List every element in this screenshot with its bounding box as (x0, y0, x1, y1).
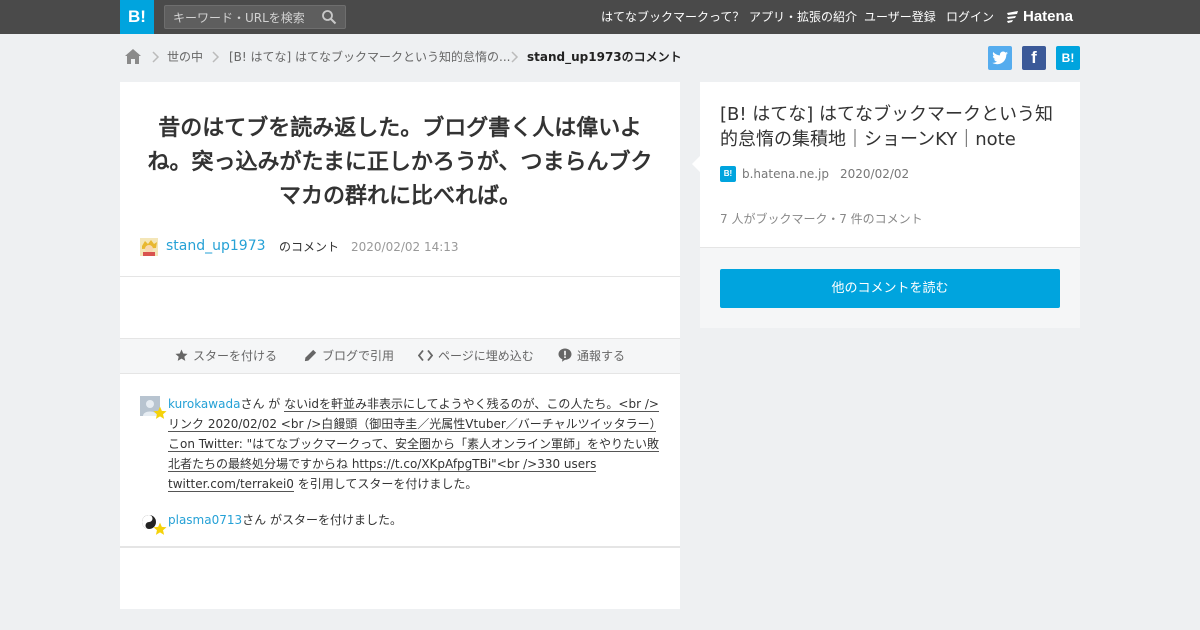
star-icon (175, 349, 188, 361)
breadcrumb-entry[interactable]: [B! はてな] はてなブックマークという知的怠惰の... (229, 46, 510, 68)
read-other-comments-button[interactable]: 他のコメントを読む (720, 269, 1060, 308)
hatena-brand[interactable]: Hatena (1006, 8, 1073, 26)
star-message: plasma0713さん がスターを付けました。 (168, 510, 660, 530)
breadcrumb-current: stand_up1973のコメント (527, 50, 682, 64)
comment-username-link[interactable]: stand_up1973 (166, 236, 266, 256)
divider (120, 546, 680, 548)
pointer-arrow (692, 156, 700, 172)
star-text: さん がスターを付けました。 (242, 513, 402, 527)
report-icon (558, 348, 572, 362)
star-icon (153, 406, 167, 419)
site-domain[interactable]: b.hatena.ne.jp (742, 166, 829, 182)
chevron-right-icon (152, 51, 160, 63)
star-icon (153, 522, 167, 535)
star-username-link[interactable]: kurokawada (168, 397, 240, 411)
comment-actions-bar: スターを付ける ブログで引用 ページに埋め込む 通報する (120, 338, 680, 374)
star-entry: plasma0713さん がスターを付けました。 (140, 510, 660, 535)
twitter-share-button[interactable] (988, 46, 1012, 70)
site-favicon-icon: B! (720, 166, 736, 182)
nav-register[interactable]: ユーザー登録 (864, 0, 936, 34)
nav-apps[interactable]: アプリ・拡張の紹介 (749, 0, 857, 34)
hatena-brand-label: Hatena (1023, 8, 1074, 25)
star-message: kurokawadaさん が ないidを軒並み非表示にしてようやく残るのが、この… (168, 394, 660, 494)
embed-button[interactable]: ページに埋め込む (417, 339, 534, 373)
add-star-label: スターを付ける (193, 349, 278, 363)
chevron-right-icon (511, 51, 519, 63)
report-label: 通報する (577, 349, 626, 363)
report-button[interactable]: 通報する (558, 339, 625, 373)
entry-date: 2020/02/02 (840, 167, 910, 181)
hatena-mark-icon (1007, 11, 1018, 23)
nav-about[interactable]: はてなブックマークって？ (601, 0, 744, 34)
star-text: さん が (240, 397, 285, 411)
nav-login[interactable]: ログイン (946, 0, 994, 34)
comment-timestamp[interactable]: 2020/02/02 14:13 (351, 237, 459, 257)
home-icon[interactable] (124, 48, 142, 65)
blog-quote-button[interactable]: ブログで引用 (304, 339, 394, 373)
blog-quote-label: ブログで引用 (322, 349, 395, 363)
chevron-right-icon (212, 51, 220, 63)
breadcrumb-category[interactable]: 世の中 (167, 46, 203, 68)
user-avatar[interactable] (140, 238, 158, 256)
comment-meta: stand_up1973 のコメント 2020/02/02 14:13 (140, 236, 660, 256)
facebook-share-button[interactable]: f (1022, 46, 1046, 70)
star-username-link[interactable]: plasma0713 (168, 513, 242, 527)
code-icon (417, 349, 434, 362)
comment-suffix: のコメント (279, 240, 340, 254)
hatena-share-button[interactable]: B! (1056, 46, 1080, 70)
bookmark-counts: 7 人がブックマーク・7 件のコメント (720, 212, 923, 226)
search-input[interactable] (173, 9, 318, 26)
twitter-icon (992, 51, 1008, 65)
comment-text: 昔のはてブを読み返した。ブログ書く人は偉いよね。突っ込みがたまに正しかろうが、つ… (147, 116, 653, 209)
hatena-bookmark-logo[interactable]: B! (120, 0, 154, 34)
star-text-tail: を引用してスターを付けました。 (293, 477, 478, 491)
entry-summary: [B! はてな] はてなブックマークという知的怠惰の集積地｜ショーンKY｜not… (700, 82, 1080, 248)
facebook-icon: f (1031, 48, 1037, 67)
hatena-bookmark-icon: B! (1061, 51, 1075, 65)
divider (120, 276, 680, 277)
search-icon[interactable] (321, 9, 337, 25)
entry-title-link[interactable]: [B! はてな] はてなブックマークという知的怠惰の集積地｜ショーンKY｜not… (720, 102, 1062, 152)
search-box[interactable] (164, 5, 346, 29)
pencil-icon (304, 349, 317, 362)
add-star-button[interactable]: スターを付ける (175, 339, 277, 373)
star-entry: kurokawadaさん が ないidを軒並み非表示にしてようやく残るのが、この… (140, 394, 660, 494)
entry-sidebar: [B! はてな] はてなブックマークという知的怠惰の集積地｜ショーンKY｜not… (692, 82, 1080, 328)
comment-card: 昔のはてブを読み返した。ブログ書く人は偉いよね。突っ込みがたまに正しかろうが、つ… (120, 82, 680, 609)
embed-label: ページに埋め込む (438, 349, 534, 363)
top-bar: B! はてなブックマークって？ アプリ・拡張の紹介 ユーザー登録 ログイン Ha… (0, 0, 1200, 34)
